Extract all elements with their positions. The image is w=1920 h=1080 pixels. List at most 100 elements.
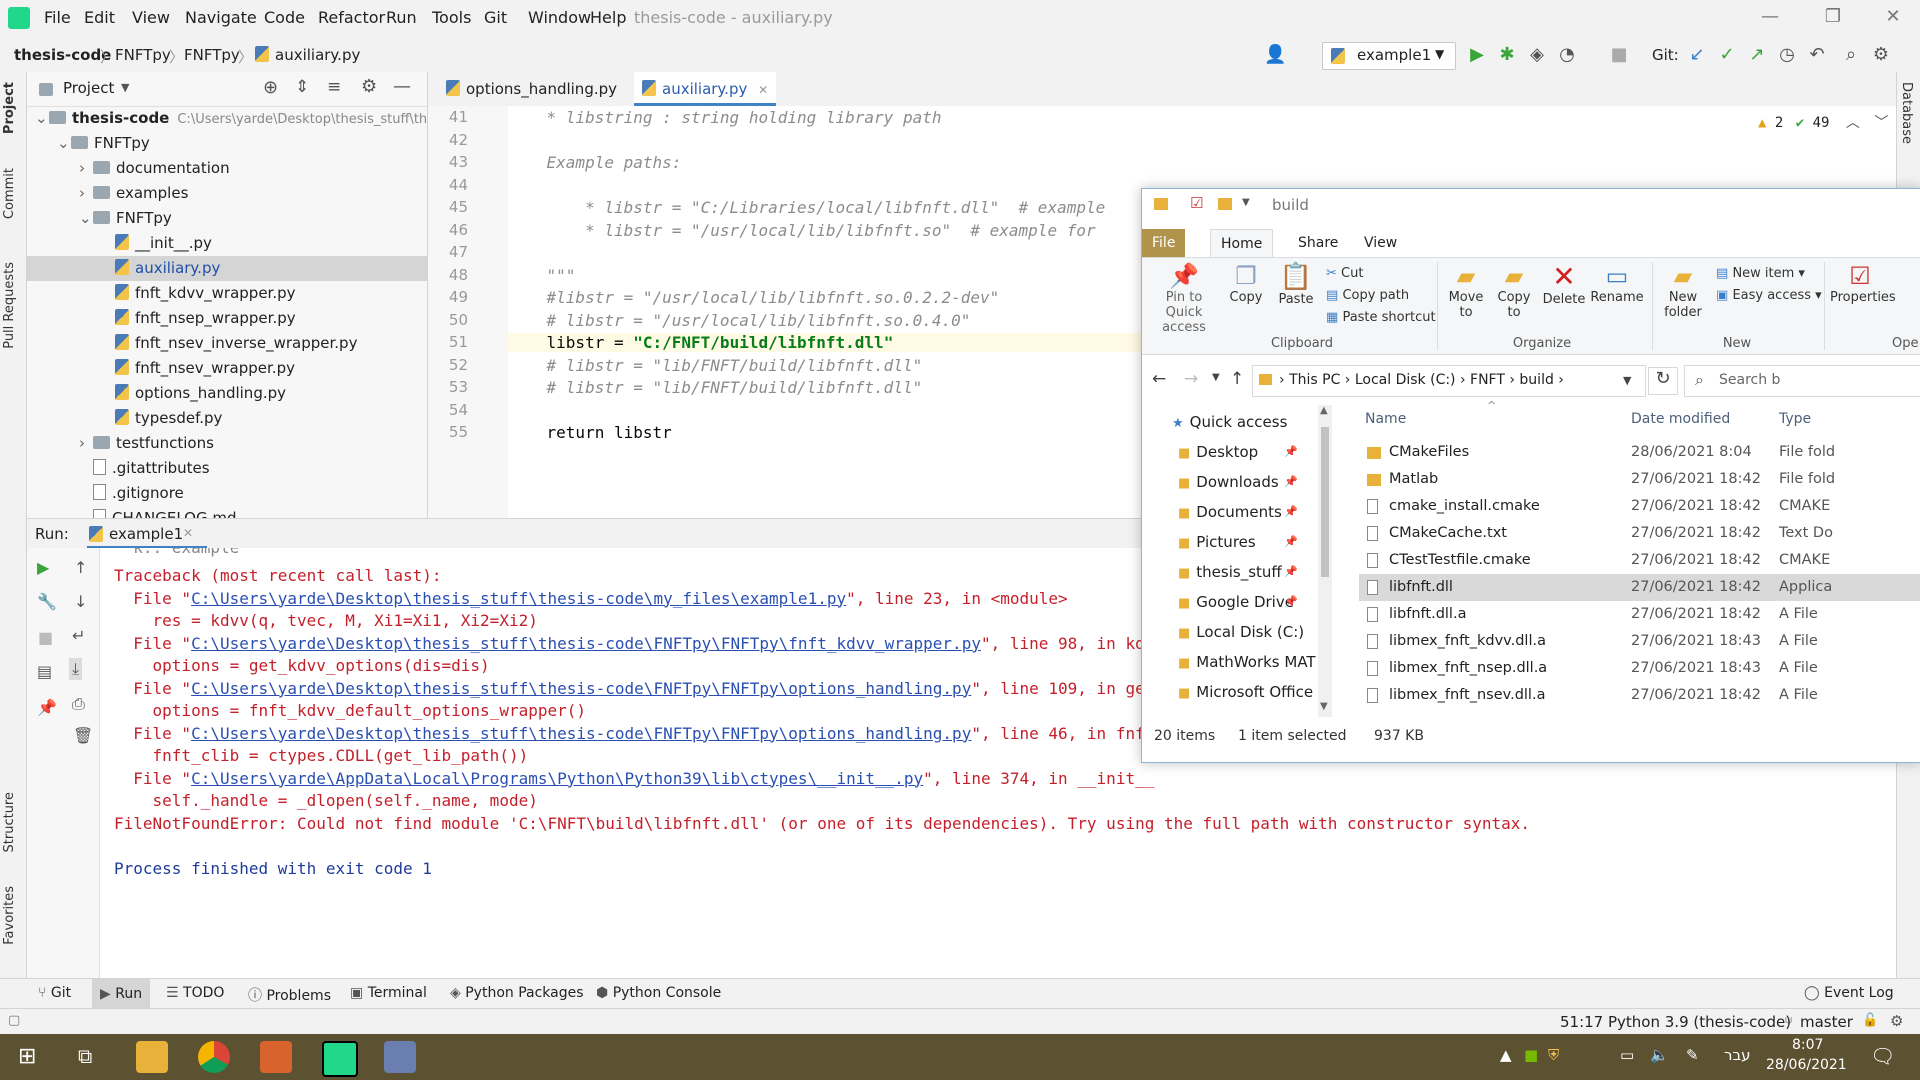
file-row[interactable]: CTestTestfile.cmake 27/06/2021 18:42 CMAKE	[1359, 547, 1920, 574]
ribbon-tab-file[interactable]: File	[1142, 229, 1186, 257]
status-toggle-icon[interactable]: ▢	[8, 1013, 20, 1028]
paste-shortcut-button[interactable]: ▦ Paste shortcut	[1326, 310, 1436, 325]
soft-wrap-icon[interactable]: ↵	[72, 626, 85, 645]
git-branch[interactable]: master	[1800, 1013, 1853, 1031]
inspection-widget[interactable]: ▲ 2 ✔ 49 ︿ ﹀	[1758, 112, 1888, 132]
menu-item-file[interactable]: File	[44, 8, 71, 27]
history-icon[interactable]: ◷	[1776, 44, 1798, 66]
side-tab-favorites[interactable]: Favorites	[2, 886, 17, 945]
chevron-right-icon[interactable]: ›	[79, 181, 93, 206]
tool-tab-todo[interactable]: ☰ TODO	[166, 985, 224, 1001]
tree-item[interactable]: ⌄ FNFTpy	[27, 131, 427, 156]
up-arrow-icon[interactable]: ↑	[1230, 369, 1244, 389]
column-date-modified[interactable]: Date modified	[1631, 411, 1730, 427]
side-tab-project[interactable]: Project	[2, 82, 17, 134]
tree-item[interactable]: .gitignore	[27, 481, 427, 506]
console-file-link[interactable]: C:\Users\yarde\Desktop\thesis_stuff\thes…	[191, 679, 971, 698]
collapse-all-icon[interactable]: ≡	[327, 77, 341, 97]
gear-icon[interactable]: ⚙	[1890, 1012, 1903, 1030]
run-icon[interactable]: ▶	[1466, 44, 1488, 66]
new-item-button[interactable]: ▤ New item ▾	[1716, 266, 1805, 281]
tree-item[interactable]: › documentation	[27, 156, 427, 181]
file-row[interactable]: CMakeFiles 28/06/2021 8:04 File fold	[1359, 439, 1920, 466]
clock-time[interactable]: 8:07	[1792, 1037, 1823, 1053]
tool-tab-problems[interactable]: ⓘ Problems	[248, 985, 331, 1005]
stop-icon[interactable]: ■	[38, 628, 53, 647]
menu-item-tools[interactable]: Tools	[432, 8, 471, 27]
hide-icon[interactable]: —	[393, 76, 411, 97]
project-panel-title[interactable]: Project	[63, 79, 114, 97]
pycharm-app-icon[interactable]	[322, 1041, 358, 1077]
chevron-right-icon[interactable]: ›	[79, 431, 93, 456]
rerun-icon[interactable]: ▶	[37, 558, 49, 577]
menu-item-view[interactable]: View	[132, 8, 170, 27]
properties-button[interactable]: ☑ Properties	[1830, 262, 1896, 305]
arrow-down-icon[interactable]: ↓	[74, 592, 87, 611]
run-config-select[interactable]: example1 ▼	[1322, 42, 1456, 70]
ribbon-tab-view[interactable]: View	[1354, 229, 1407, 257]
matlab-app-icon[interactable]	[260, 1041, 292, 1073]
tool-tab-python-console[interactable]: ⬢ Python Console	[596, 985, 721, 1001]
tool-tab-python-packages[interactable]: ◈ Python Packages	[450, 985, 584, 1001]
tree-item[interactable]: fnft_nsep_wrapper.py	[27, 306, 427, 331]
nav-item[interactable]: ★ Quick access	[1172, 413, 1287, 431]
tree-item[interactable]: ⌄ thesis-code C:\Users\yarde\Desktop\thesi…	[27, 106, 427, 131]
path-segment[interactable]: FNFT	[1470, 372, 1505, 388]
git-push-icon[interactable]: ↗	[1746, 44, 1768, 66]
menu-item-window[interactable]: Window	[528, 8, 591, 27]
tree-item[interactable]: typesdef.py	[27, 406, 427, 431]
git-update-icon[interactable]: ↙	[1686, 44, 1708, 66]
git-commit-icon[interactable]: ✓	[1716, 44, 1738, 66]
cut-button[interactable]: ✂ Cut	[1326, 266, 1363, 281]
user-icon[interactable]: 👤	[1264, 44, 1286, 66]
menu-item-edit[interactable]: Edit	[84, 8, 115, 27]
tab-auxiliary[interactable]: auxiliary.py ✕	[634, 72, 777, 106]
new-folder-button[interactable]: ▰ New folder	[1658, 262, 1708, 320]
windows-start-icon[interactable]: ⊞	[18, 1044, 36, 1069]
search-icon[interactable]: ⌕	[1840, 44, 1862, 66]
column-type[interactable]: Type	[1779, 411, 1811, 427]
address-bar[interactable]: › This PC › Local Disk (C:) › FNFT › bui…	[1252, 365, 1646, 397]
close-icon[interactable]: ✕	[1878, 6, 1908, 32]
file-row[interactable]: libfnft.dll 27/06/2021 18:42 Applica	[1359, 574, 1920, 601]
tool-tab-run[interactable]: ▶ Run	[92, 979, 151, 1009]
menu-item-git[interactable]: Git	[484, 8, 507, 27]
file-row[interactable]: libmex_fnft_nsep.dll.a 27/06/2021 18:43 A …	[1359, 655, 1920, 682]
trash-icon[interactable]: 🗑	[73, 726, 93, 745]
wrench-icon[interactable]: 🔧	[37, 592, 57, 611]
google-drive-tray-icon[interactable]: ▲	[1500, 1046, 1512, 1064]
tab-options-handling[interactable]: options_handling.py	[438, 72, 629, 106]
copy-button[interactable]: ❐ Copy	[1224, 262, 1268, 305]
console-file-link[interactable]: C:\Users\yarde\AppData\Local\Programs\Py…	[191, 769, 923, 788]
volume-tray-icon[interactable]: 🔈	[1650, 1046, 1669, 1064]
side-tab-structure[interactable]: Structure	[2, 792, 17, 852]
chevron-down-icon[interactable]: ⌄	[79, 206, 93, 231]
file-row[interactable]: libmex_fnft_kdvv.dll.a 27/06/2021 18:43 A …	[1359, 628, 1920, 655]
side-tab-commit[interactable]: Commit	[2, 168, 17, 219]
tool-tab-terminal[interactable]: ▣ Terminal	[350, 985, 427, 1001]
scroll-up-icon[interactable]: ▲	[1320, 405, 1328, 416]
interpreter[interactable]: Python 3.9 (thesis-code)	[1608, 1013, 1791, 1031]
properties-qa-icon[interactable]: ☑	[1190, 194, 1203, 212]
scroll-to-end-icon[interactable]: ⤓	[69, 658, 83, 680]
refresh-icon[interactable]: ↻	[1648, 367, 1678, 395]
path-segment[interactable]: This PC	[1289, 372, 1340, 388]
coverage-icon[interactable]: ◈	[1526, 44, 1548, 66]
notifications-icon[interactable]: 🗨	[1870, 1044, 1895, 1068]
close-icon[interactable]: ✕	[183, 526, 193, 540]
task-view-icon[interactable]: ⧉	[78, 1044, 92, 1068]
language-indicator[interactable]: עבר	[1724, 1046, 1751, 1064]
breadcrumb-file[interactable]: auxiliary.py	[275, 46, 360, 64]
chevron-down-icon[interactable]: ▼	[121, 81, 129, 94]
file-row[interactable]: libmex_fnft_nsev.dll.a 27/06/2021 18:42 A …	[1359, 682, 1920, 709]
clock-date[interactable]: 28/06/2021	[1766, 1057, 1847, 1073]
chevron-right-icon[interactable]: ›	[79, 156, 93, 181]
caret-position[interactable]: 51:17	[1560, 1013, 1603, 1031]
back-arrow-icon[interactable]: ←	[1152, 369, 1166, 389]
pin-icon[interactable]: 📌	[37, 698, 57, 717]
print-icon[interactable]: ⎙	[72, 694, 85, 714]
app-icon[interactable]	[384, 1041, 416, 1073]
profile-icon[interactable]: ◔	[1556, 44, 1578, 66]
move-to-button[interactable]: ▰ Move to	[1444, 262, 1488, 320]
tree-item[interactable]: CHANGELOG.md	[27, 506, 427, 518]
